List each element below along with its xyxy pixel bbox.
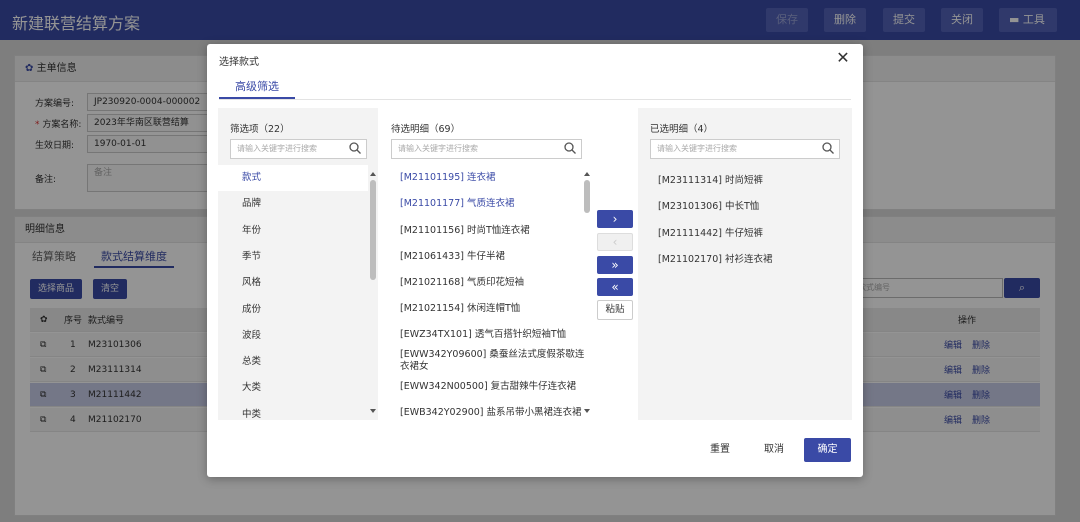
search-icon[interactable] bbox=[348, 141, 362, 155]
add-selected-button[interactable]: › bbox=[597, 210, 633, 228]
remove-all-button[interactable]: « bbox=[597, 278, 633, 296]
tab-advanced-filter[interactable]: 高级筛选 bbox=[219, 77, 295, 99]
filter-search-input[interactable]: 请输入关键字进行搜索 bbox=[230, 139, 367, 159]
filter-item[interactable]: 大类 bbox=[218, 375, 368, 401]
list-item[interactable]: [EWW342Y09600] 桑蚕丝法式度假茶歇连衣裙女 bbox=[400, 349, 590, 373]
list-item[interactable]: [M21101156] 时尚T恤连衣裙 bbox=[400, 225, 590, 237]
list-item[interactable]: [M21101195] 连衣裙 bbox=[400, 172, 590, 184]
list-item[interactable]: [M21021154] 休闲连帽T恤 bbox=[400, 303, 590, 315]
filter-item[interactable]: 品牌 bbox=[218, 191, 368, 217]
select-style-dialog: 选择款式 ✕ 高级筛选 筛选项（22） 请输入关键字进行搜索 待选明细（69） … bbox=[207, 44, 863, 477]
search-icon[interactable] bbox=[821, 141, 835, 155]
filter-item[interactable]: 年份 bbox=[218, 218, 368, 244]
add-all-button[interactable]: » bbox=[597, 256, 633, 274]
list-item[interactable]: [M21021168] 气质印花短袖 bbox=[400, 277, 590, 289]
list-item[interactable]: [EWB342Y02900] 盐系吊带小黑裙连衣裙 bbox=[400, 407, 590, 419]
filter-scrollbar[interactable] bbox=[370, 172, 376, 416]
pending-search-input[interactable]: 请输入关键字进行搜索 bbox=[391, 139, 582, 159]
scroll-thumb[interactable] bbox=[370, 180, 376, 280]
selected-panel-title: 已选明细（4） bbox=[650, 124, 714, 135]
scroll-up-icon[interactable] bbox=[370, 172, 376, 176]
remove-selected-button[interactable]: ‹ bbox=[597, 233, 633, 251]
filter-item[interactable]: 总类 bbox=[218, 349, 368, 375]
pending-search-placeholder: 请输入关键字进行搜索 bbox=[398, 144, 478, 153]
close-icon[interactable]: ✕ bbox=[834, 49, 852, 67]
selected-item[interactable]: [M23111314] 时尚短裤 bbox=[658, 172, 763, 186]
list-item[interactable]: [EWW342N00500] 复古甜辣牛仔连衣裙 bbox=[400, 381, 590, 393]
selected-item[interactable]: [M23101306] 中长T恤 bbox=[658, 198, 759, 212]
filter-item[interactable]: 季节 bbox=[218, 244, 368, 270]
cancel-button[interactable]: 取消 bbox=[754, 438, 794, 462]
confirm-button[interactable]: 确定 bbox=[804, 438, 851, 462]
list-item[interactable]: [M21061433] 牛仔半裙 bbox=[400, 251, 590, 263]
filter-item[interactable]: 波段 bbox=[218, 323, 368, 349]
filter-panel-title: 筛选项（22） bbox=[230, 124, 290, 135]
search-icon[interactable] bbox=[563, 141, 577, 155]
selected-item[interactable]: [M21111442] 牛仔短裤 bbox=[658, 225, 763, 239]
selected-search-placeholder: 请输入关键字进行搜索 bbox=[657, 144, 737, 153]
filter-item[interactable]: 风格 bbox=[218, 270, 368, 296]
list-item[interactable]: [M21101177] 气质连衣裙 bbox=[400, 198, 590, 210]
pending-panel-title: 待选明细（69） bbox=[391, 124, 461, 135]
selected-item[interactable]: [M21102170] 衬衫连衣裙 bbox=[658, 251, 772, 265]
list-item[interactable]: [EWZ34TX101] 透气百搭针织短袖T恤 bbox=[400, 329, 590, 341]
paste-button[interactable]: 粘贴 bbox=[597, 300, 633, 320]
tab-divider bbox=[219, 99, 851, 100]
filter-item[interactable]: 成份 bbox=[218, 297, 368, 323]
selected-search-input[interactable]: 请输入关键字进行搜索 bbox=[650, 139, 840, 159]
filter-item[interactable]: 款式 bbox=[218, 165, 368, 191]
dialog-title: 选择款式 bbox=[219, 57, 259, 68]
filter-item[interactable]: 中类 bbox=[218, 402, 368, 428]
reset-button[interactable]: 重置 bbox=[700, 438, 740, 462]
scroll-down-icon[interactable] bbox=[370, 409, 376, 413]
filter-search-placeholder: 请输入关键字进行搜索 bbox=[237, 144, 317, 153]
